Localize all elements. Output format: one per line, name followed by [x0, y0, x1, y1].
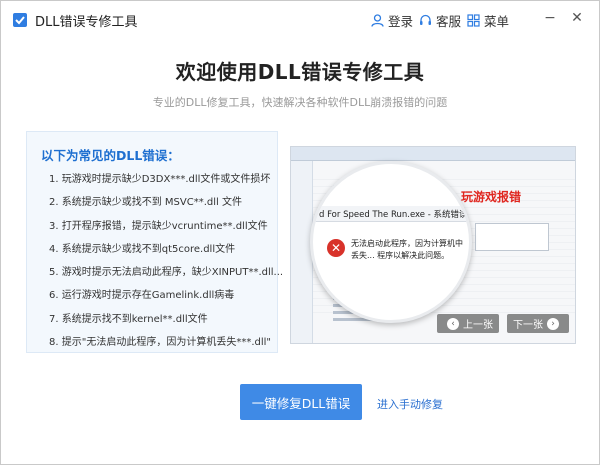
chevron-right-icon: › — [547, 317, 559, 330]
minimize-icon: − — [544, 10, 556, 26]
manual-repair-link[interactable]: 进入手动修复 — [377, 396, 443, 412]
explorer-titlebar — [291, 147, 575, 161]
app-title: DLL错误专修工具 — [35, 15, 138, 30]
headset-icon — [420, 14, 431, 25]
error-list-item: 6. 运行游戏时提示存在Gamelink.dll病毒 — [49, 290, 235, 302]
magnified-error-dialog: d For Speed The Run.exe - 系统错误 ✕ 无法启动此程序… — [310, 161, 472, 323]
grid-menu-icon — [467, 14, 480, 27]
dialog-title: d For Speed The Run.exe - 系统错误 — [319, 210, 468, 220]
prev-slide-button[interactable]: ‹ 上一张 — [437, 314, 499, 333]
app-logo-icon — [13, 13, 27, 27]
dialog-message: 无法启动此程序，因为计算机中丢失... 程序以解决此问题。 — [351, 239, 463, 260]
close-icon: ✕ — [571, 10, 583, 26]
user-icon — [371, 14, 384, 27]
error-list-item: 7. 系统提示找不到kernel**.dll文件 — [49, 313, 208, 325]
prev-label: 上一张 — [463, 320, 493, 331]
panel-heading: 以下为常见的DLL错误： — [41, 148, 180, 163]
minimize-button[interactable]: − — [541, 9, 559, 27]
login-button[interactable]: 登录 — [371, 11, 413, 30]
preview-label: 玩游戏报错 — [461, 190, 522, 204]
title-bar: DLL错误专修工具 登录 客服 菜单 − ✕ — [1, 1, 599, 37]
page-title: 欢迎使用DLL错误专修工具 — [175, 60, 425, 84]
error-list-item: 5. 游戏时提示无法启动此程序，缺少XINPUT**.dll... — [49, 267, 284, 279]
error-list-item: 1. 玩游戏时提示缺少D3DX***.dll文件或文件损坏 — [49, 174, 271, 185]
service-button[interactable]: 客服 — [419, 11, 461, 30]
small-error-dialog — [475, 223, 549, 251]
error-list-item: 2. 系统提示缺少或找不到 MSVC**.dll 文件 — [49, 197, 242, 209]
service-label: 客服 — [436, 14, 462, 29]
page-subtitle: 专业的DLL修复工具，快速解决各种软件DLL崩溃报错的问题 — [152, 96, 448, 109]
error-list-item: 4. 系统提示缺少或找不到qt5core.dll文件 — [49, 243, 236, 255]
close-button[interactable]: ✕ — [568, 9, 586, 27]
app-window: DLL错误专修工具 登录 客服 菜单 − ✕ 欢迎使用DLL错误专修工具 专业的… — [0, 0, 600, 465]
common-errors-panel: 以下为常见的DLL错误： 1. 玩游戏时提示缺少D3DX***.dll文件或文件… — [26, 131, 283, 353]
one-click-fix-button[interactable]: 一键修复DLL错误 — [240, 384, 362, 420]
next-slide-button[interactable]: 下一张 › — [507, 314, 569, 333]
error-x-icon: ✕ — [327, 239, 345, 257]
menu-button[interactable]: 菜单 — [467, 11, 509, 30]
error-list: 1. 玩游戏时提示缺少D3DX***.dll文件或文件损坏 2. 系统提示缺少或… — [49, 173, 283, 359]
menu-label: 菜单 — [484, 14, 510, 29]
next-label: 下一张 — [513, 320, 543, 331]
chevron-left-icon: ‹ — [447, 317, 459, 330]
error-list-item: 3. 打开程序报错，提示缺少vcruntime**.dll文件 — [49, 220, 268, 232]
error-list-item: 8. 提示"无法启动此程序，因为计算机丢失***.dll" — [49, 337, 272, 349]
login-label: 登录 — [388, 14, 414, 29]
